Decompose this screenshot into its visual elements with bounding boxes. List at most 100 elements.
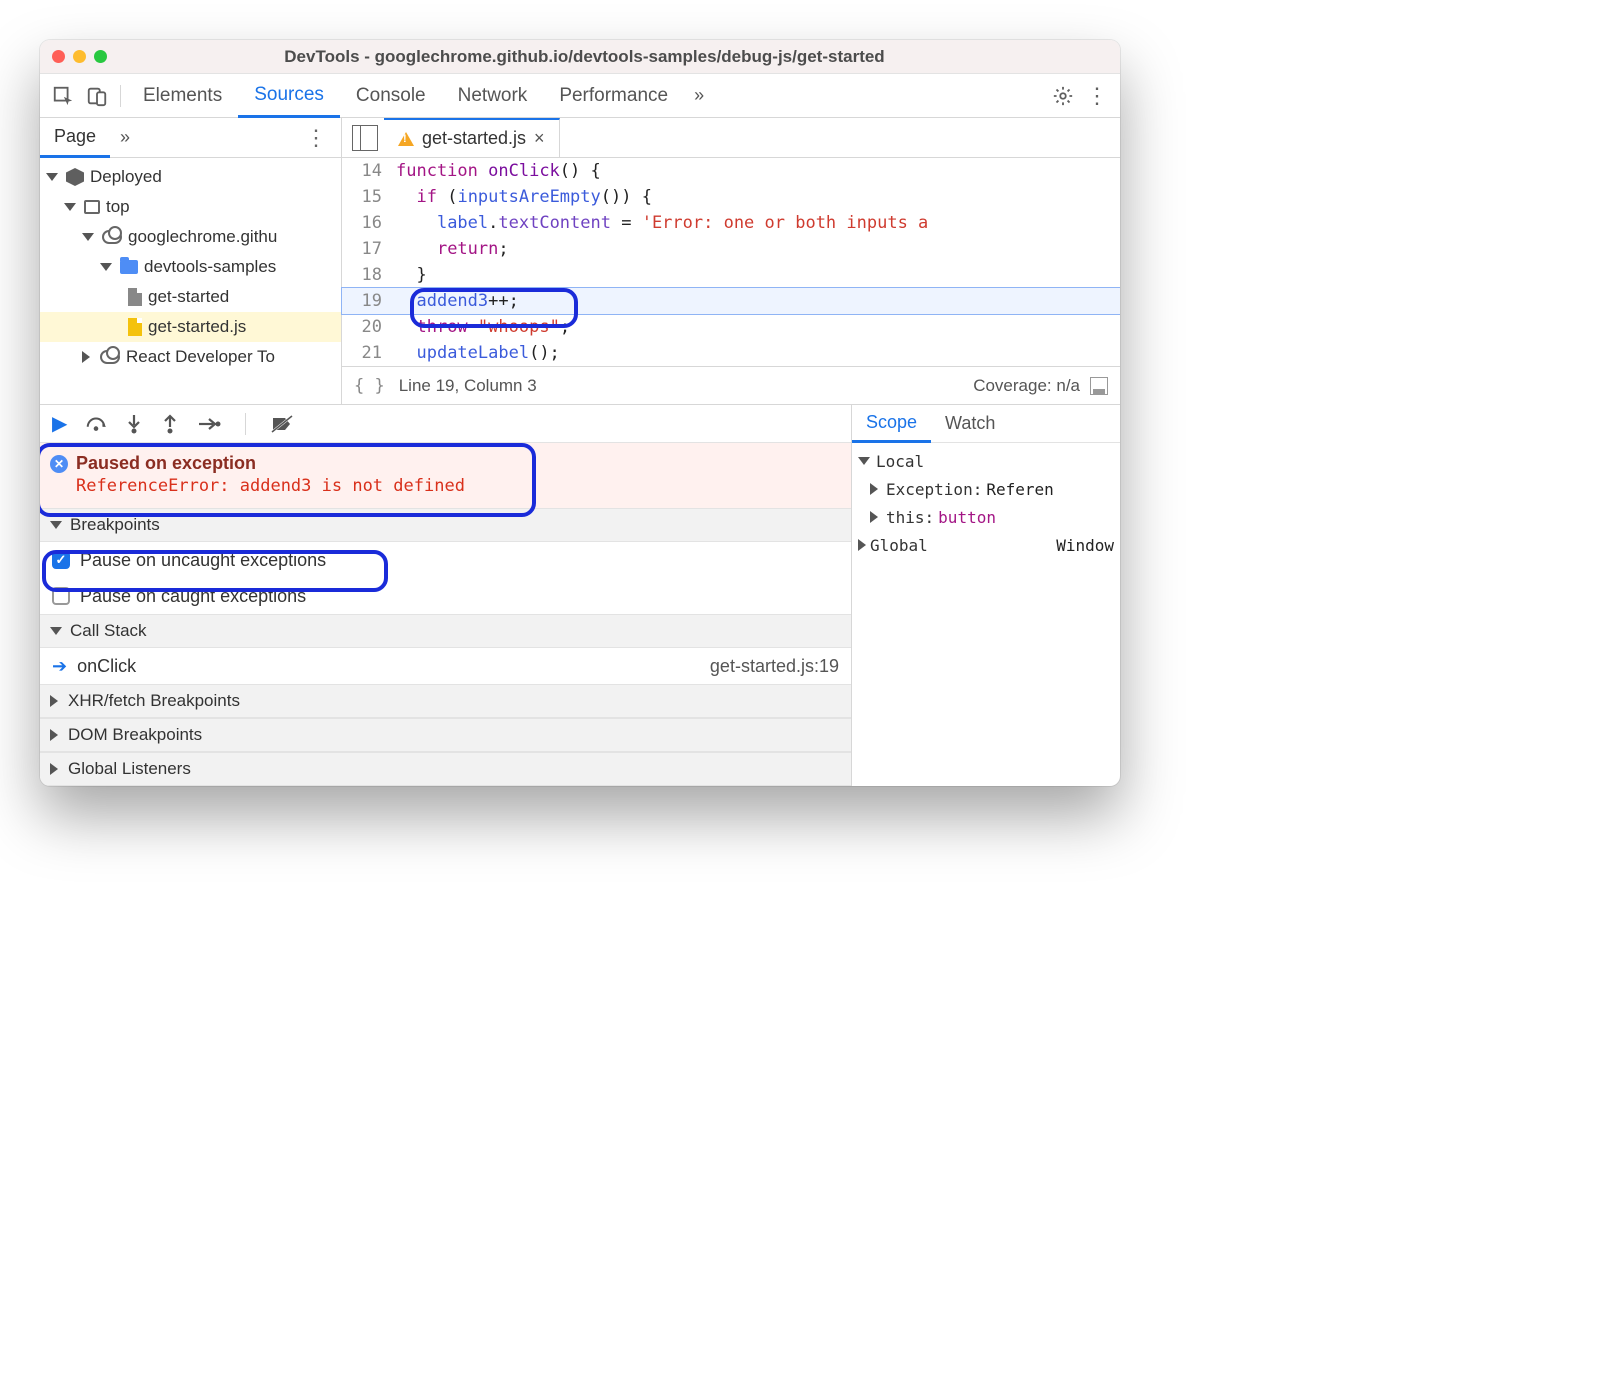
document-icon	[128, 288, 142, 306]
frame-function: onClick	[77, 656, 136, 677]
pause-caught-checkbox[interactable]: Pause on caught exceptions	[40, 578, 851, 614]
tree-file-js[interactable]: get-started.js	[40, 312, 341, 342]
scope-tab-scope[interactable]: Scope	[852, 405, 931, 443]
main-tabs: Elements Sources Console Network Perform…	[40, 74, 1120, 118]
tab-console[interactable]: Console	[340, 74, 442, 117]
more-tabs-icon[interactable]: »	[684, 85, 714, 106]
tree-react-ext[interactable]: React Developer To	[40, 342, 341, 372]
code-line-18[interactable]: 18 }	[342, 262, 1120, 288]
step-over-icon[interactable]	[85, 415, 107, 433]
chevron-right-icon	[82, 351, 90, 363]
section-label: Call Stack	[70, 621, 147, 641]
tree-label: get-started	[148, 287, 229, 307]
chevron-down-icon	[46, 173, 58, 181]
code-line-16[interactable]: 16 label.textContent = 'Error: one or bo…	[342, 210, 1120, 236]
zoom-window-icon[interactable]	[94, 50, 107, 63]
scope-tabs: Scope Watch	[852, 405, 1120, 443]
chevron-down-icon	[100, 263, 112, 271]
pretty-print-icon[interactable]: { }	[354, 376, 385, 396]
cursor-position: Line 19, Column 3	[399, 376, 537, 396]
tree-label: top	[106, 197, 130, 217]
editor-statusbar: { } Line 19, Column 3 Coverage: n/a	[342, 366, 1120, 404]
code-editor[interactable]: 14function onClick() {15 if (inputsAreEm…	[342, 158, 1120, 404]
line-content: return;	[396, 236, 1120, 262]
step-out-icon[interactable]	[161, 414, 179, 434]
line-number[interactable]: 16	[342, 210, 396, 236]
step-into-icon[interactable]	[125, 414, 143, 434]
section-global-listeners[interactable]: Global Listeners	[40, 752, 851, 786]
file-tab-get-started-js[interactable]: get-started.js ×	[384, 118, 560, 157]
settings-gear-icon[interactable]	[1046, 79, 1080, 113]
scope-exception[interactable]: Exception: Referen	[852, 475, 1120, 503]
close-file-icon[interactable]: ×	[534, 128, 545, 149]
coverage-toggle-icon[interactable]	[1090, 377, 1108, 395]
line-number[interactable]: 19	[342, 288, 396, 314]
section-xhr-breakpoints[interactable]: XHR/fetch Breakpoints	[40, 684, 851, 718]
code-line-20[interactable]: 20 throw "whoops";	[342, 314, 1120, 340]
tree-file-html[interactable]: get-started	[40, 282, 341, 312]
line-number[interactable]: 18	[342, 262, 396, 288]
scope-local[interactable]: Local	[852, 447, 1120, 475]
tab-elements[interactable]: Elements	[127, 74, 238, 117]
file-navigator: Deployed top googlechrome.githu devtools…	[40, 158, 342, 404]
device-toolbar-icon[interactable]	[80, 79, 114, 113]
line-number[interactable]: 21	[342, 340, 396, 366]
close-window-icon[interactable]	[52, 50, 65, 63]
editor-tabs: get-started.js ×	[342, 118, 1120, 157]
chevron-right-icon	[858, 539, 866, 551]
deactivate-breakpoints-icon[interactable]	[270, 414, 294, 434]
navigator-tab-page[interactable]: Page	[40, 119, 110, 158]
line-number[interactable]: 20	[342, 314, 396, 340]
tree-folder[interactable]: devtools-samples	[40, 252, 341, 282]
frame-location: get-started.js:19	[710, 656, 839, 677]
section-label: Global Listeners	[68, 759, 191, 779]
tree-label: devtools-samples	[144, 257, 276, 277]
more-menu-icon[interactable]: ⋮	[1080, 79, 1114, 113]
minimize-window-icon[interactable]	[73, 50, 86, 63]
devtools-window: DevTools - googlechrome.github.io/devtoo…	[40, 40, 1120, 786]
code-line-17[interactable]: 17 return;	[342, 236, 1120, 262]
callstack-frame[interactable]: ➔ onClick get-started.js:19	[40, 648, 851, 684]
tree-top[interactable]: top	[40, 192, 341, 222]
line-content: addend3++;	[396, 288, 1120, 314]
tab-network[interactable]: Network	[442, 74, 544, 117]
scope-global[interactable]: Global Window	[852, 531, 1120, 559]
scope-tab-watch[interactable]: Watch	[931, 405, 1009, 442]
code-line-21[interactable]: 21 updateLabel();	[342, 340, 1120, 366]
folder-icon	[120, 260, 138, 274]
resume-icon[interactable]: ▶	[52, 411, 67, 436]
step-icon[interactable]	[197, 415, 221, 433]
debugger-panel: ▶ ✕ Paused on e	[40, 404, 1120, 786]
pause-banner: ✕ Paused on exception ReferenceError: ad…	[40, 443, 851, 508]
line-number[interactable]: 14	[342, 158, 396, 184]
code-line-19[interactable]: 19 addend3++;	[342, 288, 1120, 314]
section-dom-breakpoints[interactable]: DOM Breakpoints	[40, 718, 851, 752]
code-line-14[interactable]: 14function onClick() {	[342, 158, 1120, 184]
tree-origin[interactable]: googlechrome.githu	[40, 222, 341, 252]
scope-this[interactable]: this: button	[852, 503, 1120, 531]
navigator-more-icon[interactable]: »	[110, 127, 140, 148]
file-tab-label: get-started.js	[422, 128, 526, 149]
checkbox-unchecked-icon	[52, 587, 70, 605]
section-label: Breakpoints	[70, 515, 160, 535]
pause-uncaught-checkbox[interactable]: ✓ Pause on uncaught exceptions	[40, 542, 851, 578]
tab-sources[interactable]: Sources	[238, 75, 340, 118]
traffic-lights	[52, 50, 107, 63]
line-content: function onClick() {	[396, 158, 1120, 184]
chevron-down-icon	[64, 203, 76, 211]
checkbox-label: Pause on uncaught exceptions	[80, 550, 326, 571]
line-number[interactable]: 17	[342, 236, 396, 262]
tab-performance[interactable]: Performance	[543, 74, 684, 117]
tree-deployed[interactable]: Deployed	[40, 162, 341, 192]
section-label: DOM Breakpoints	[68, 725, 202, 745]
toggle-navigator-icon[interactable]	[342, 125, 384, 151]
error-badge-icon: ✕	[50, 455, 68, 473]
window-title: DevTools - googlechrome.github.io/devtoo…	[121, 47, 1048, 67]
navigator-menu-icon[interactable]: ⋮	[291, 125, 341, 151]
line-number[interactable]: 15	[342, 184, 396, 210]
select-element-icon[interactable]	[46, 79, 80, 113]
code-line-15[interactable]: 15 if (inputsAreEmpty()) {	[342, 184, 1120, 210]
section-callstack[interactable]: Call Stack	[40, 614, 851, 648]
sources-body: Deployed top googlechrome.githu devtools…	[40, 158, 1120, 404]
section-breakpoints[interactable]: Breakpoints	[40, 508, 851, 542]
